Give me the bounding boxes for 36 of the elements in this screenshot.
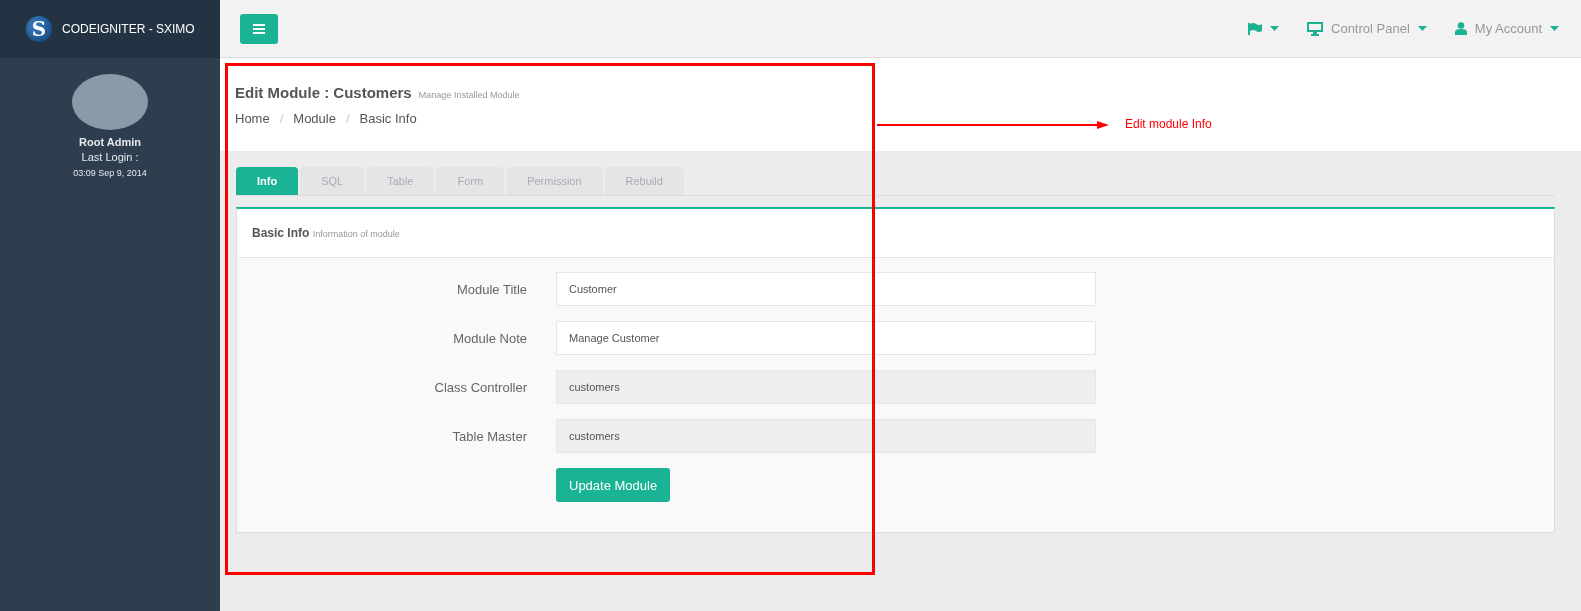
breadcrumb-link[interactable]: Module — [293, 111, 336, 126]
tab[interactable]: Info — [236, 167, 299, 195]
tab[interactable]: Rebuild — [604, 167, 684, 195]
field-label: Table Master — [451, 428, 527, 444]
caret-icon — [1550, 26, 1559, 31]
input-field[interactable]: Manage Customer — [556, 321, 1096, 355]
user-icon — [1454, 22, 1467, 35]
flag-menu[interactable] — [1248, 22, 1279, 35]
menu-button[interactable] — [240, 13, 278, 44]
last-login-time: 03:09 Sep 9, 2014 — [73, 168, 147, 178]
user-name: Root Admin — [79, 136, 141, 148]
tab[interactable]: Permission — [506, 167, 603, 195]
breadcrumb-link[interactable]: Home — [235, 111, 270, 126]
field-label: Module Note — [452, 330, 527, 346]
monitor-icon — [1307, 21, 1323, 36]
panel-title: Basic Info Information of module — [252, 226, 400, 240]
flag-icon — [1248, 22, 1262, 35]
menu-icon — [253, 23, 265, 34]
last-login-label: Last Login : — [81, 151, 139, 163]
breadcrumb-separator: / — [279, 111, 284, 126]
breadcrumb-separator: / — [345, 111, 350, 126]
logo-icon: S — [26, 16, 52, 42]
input-field[interactable]: Customer — [556, 272, 1096, 306]
annotation-text: Edit module Info — [1125, 117, 1212, 131]
page-title: Edit Module : Customers Manage Installed Module — [235, 84, 521, 101]
monitor-menu[interactable]: Control Panel — [1307, 21, 1427, 36]
tab[interactable]: SQL — [300, 167, 365, 195]
brand-name: CODEIGNITER - SXIMO — [62, 22, 195, 36]
tab[interactable]: Table — [366, 167, 435, 195]
field-label: Module Title — [455, 281, 527, 297]
caret-icon — [1270, 26, 1279, 31]
user-menu[interactable]: My Account — [1454, 21, 1559, 36]
update-module-button[interactable]: Update Module — [556, 468, 671, 502]
caret-icon — [1417, 26, 1427, 31]
field-label: Class Controller — [433, 379, 527, 395]
tab[interactable]: Form — [436, 167, 505, 195]
